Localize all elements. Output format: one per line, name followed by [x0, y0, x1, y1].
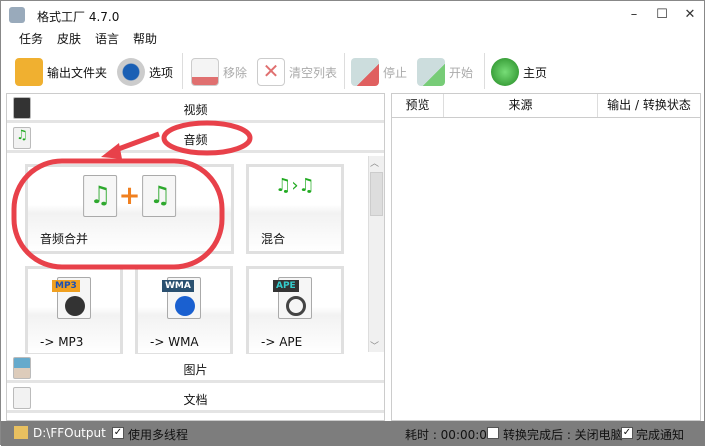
folder-icon [14, 426, 28, 439]
column-status[interactable]: 输出 / 转换状态 [598, 94, 700, 117]
multithread-checkbox[interactable]: ✓ [112, 427, 124, 439]
start-button[interactable]: 开始 [417, 51, 473, 93]
multithread-label: 使用多线程 [128, 428, 189, 442]
after-convert-label: 转换完成后 : 关闭电脑 [503, 428, 623, 442]
elapsed-time: 耗时 : 00:00:00 [405, 428, 495, 442]
after-convert-checkbox[interactable] [487, 427, 499, 439]
annotation-arrowhead [101, 143, 122, 159]
divider [484, 53, 485, 89]
status-bar: D:\FFOutput ✓ 使用多线程 耗时 : 00:00:00 转换完成后 … [1, 421, 705, 446]
task-list: 预览 来源 输出 / 转换状态 [391, 93, 701, 421]
output-path[interactable]: D:\FFOutput [33, 426, 106, 440]
minimize-button[interactable]: – [624, 7, 644, 25]
column-preview[interactable]: 预览 [392, 94, 444, 117]
column-source[interactable]: 来源 [444, 94, 598, 117]
annotation-ellipse-audio [161, 120, 253, 156]
play-icon [417, 58, 445, 86]
annotation-overlay [11, 120, 253, 270]
maximize-button[interactable]: ☐ [652, 7, 672, 25]
globe-search-icon [491, 58, 519, 86]
annotation-ellipse-tile [11, 158, 225, 270]
close-button[interactable]: ✕ [680, 7, 700, 25]
notify-checkbox[interactable]: ✓ [621, 427, 633, 439]
notify-label: 完成通知 [636, 428, 685, 442]
home-button[interactable]: 主页 [491, 51, 547, 93]
task-list-header: 预览 来源 输出 / 转换状态 [392, 94, 700, 118]
